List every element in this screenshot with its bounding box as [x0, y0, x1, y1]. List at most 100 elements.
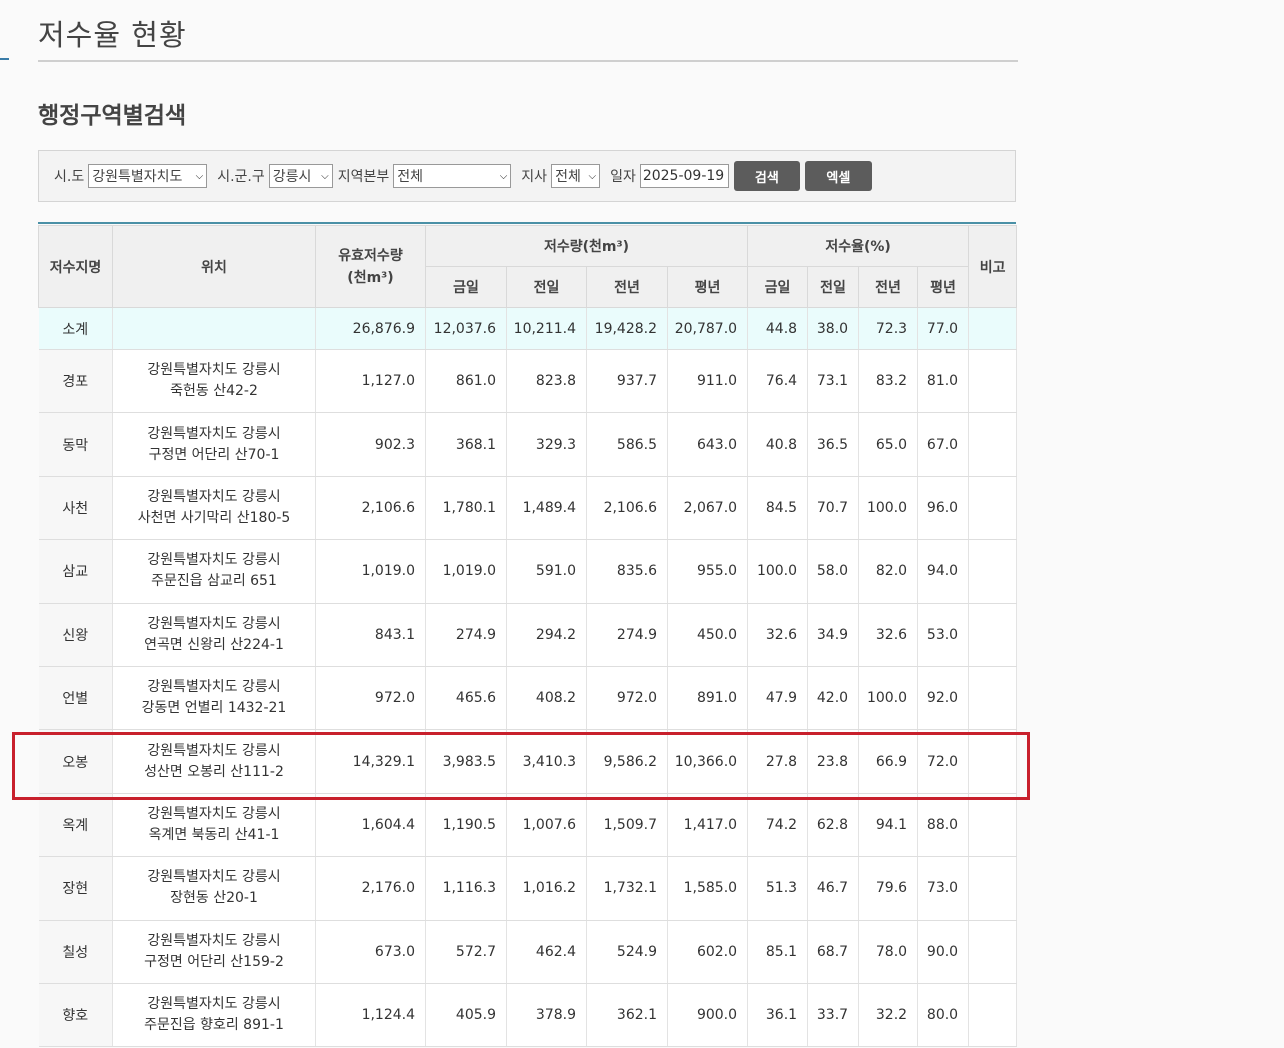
- summary-name: 소계: [38, 307, 113, 350]
- capacity-cell: 2,176.0: [315, 856, 426, 921]
- rate-prev-day-cell: 23.8: [807, 729, 860, 794]
- reservoir-name: 경포: [38, 349, 113, 414]
- date-input[interactable]: [639, 164, 729, 188]
- table-row: 경포 강원특별자치도 강릉시 죽헌동 산42-2 1,127.0 861.0 823.8 9…: [38, 349, 1018, 414]
- branch-select[interactable]: 전체 ⌵: [551, 164, 601, 188]
- header-rate-today: 금일: [747, 266, 809, 308]
- region-label: 지역본부: [337, 169, 390, 185]
- location-line2: 구정면 어단리 산159-2: [144, 953, 284, 970]
- branch-label: 지사: [521, 169, 548, 185]
- summary-storage-prev-day: 10,211.4: [506, 307, 587, 350]
- table-row: 동막 강원특별자치도 강릉시 구정면 어단리 산70-1 902.3 368.1 329.…: [38, 412, 1018, 477]
- location-line2: 죽헌동 산42-2: [170, 383, 258, 400]
- summary-storage-prev-year: 19,428.2: [586, 307, 668, 350]
- reservoir-location: 강원특별자치도 강릉시사천면 사기막리 산180-5: [112, 476, 316, 541]
- summary-capacity: 26,876.9: [315, 307, 426, 350]
- rate-normal-year-cell: 80.0: [917, 983, 970, 1048]
- capacity-cell: 843.1: [315, 603, 426, 667]
- storage-today-cell: 1,780.1: [425, 476, 507, 541]
- capacity-cell: 1,604.4: [315, 793, 426, 858]
- reservoir-name: 신왕: [38, 603, 113, 667]
- sigungu-select[interactable]: 강릉시 ⌵: [268, 164, 333, 188]
- left-edge-marker: [0, 58, 9, 60]
- sido-select-value: 강원특별자치도: [92, 169, 183, 185]
- rate-today-cell: 27.8: [747, 729, 809, 794]
- header-storage-today: 금일: [425, 266, 507, 308]
- reservoir-name: 옥계: [38, 793, 113, 858]
- reservoir-location: 강원특별자치도 강릉시 구정면 어단리 산70-1: [112, 412, 316, 477]
- location-line1: 강원특별자치도 강릉시: [147, 362, 281, 379]
- storage-normal-year-cell: 900.0: [667, 983, 749, 1048]
- capacity-cell: 902.3: [315, 412, 426, 477]
- storage-prev-year-cell: 274.9: [586, 603, 668, 667]
- location-line2: 강동면 언별리 1432-21: [141, 700, 287, 717]
- remarks-cell: [968, 729, 1018, 794]
- header-storage-prev-day: 전일: [506, 266, 587, 308]
- region-select-value: 전체: [397, 169, 424, 185]
- summary-row: 소계 26,876.9 12,037.6 10,211.4 19,428.2 2…: [38, 307, 1018, 350]
- table-row: 오봉 강원특별자치도 강릉시 성산면 오봉리 산111-2 14,329.1 3,983…: [38, 729, 1018, 794]
- reservoir-table: 저수지명 위치 유효저수량 (천m³) 저수량(천m³) 저수율(%) 비고 금…: [38, 225, 1018, 1048]
- storage-prev-day-cell: 823.8: [506, 349, 587, 414]
- header-name: 저수지명: [38, 225, 113, 308]
- table-row: 언별 강원특별자치도 강릉시 강동면 언별리 1432-21 972.0 465.6 40…: [38, 666, 1018, 731]
- storage-today-cell: 861.0: [425, 349, 507, 414]
- sido-select[interactable]: 강원특별자치도 ⌵: [88, 164, 208, 188]
- capacity-cell: 14,329.1: [315, 729, 426, 794]
- storage-prev-day-cell: 1,016.2: [506, 856, 587, 921]
- summary-rate-prev-day: 38.0: [807, 307, 860, 350]
- summary-rate-normal-year: 77.0: [917, 307, 970, 350]
- storage-prev-day-cell: 462.4: [506, 920, 587, 984]
- storage-normal-year-cell: 643.0: [667, 412, 749, 477]
- chevron-down-icon: ⌵: [588, 170, 597, 182]
- location-line2: 사천면 사기막리 산180-5: [137, 509, 291, 526]
- rate-today-cell: 100.0: [747, 539, 809, 604]
- header-storage-normal-year: 평년: [666, 266, 749, 308]
- reservoir-location: 강원특별자치도 강릉시 연곡면 신왕리 산224-1: [112, 603, 316, 667]
- reservoir-location: 강원특별자치도 강릉시 강동면 언별리 1432-21: [112, 666, 316, 731]
- branch-select-value: 전체: [555, 169, 581, 185]
- storage-today-cell: 274.9: [425, 603, 507, 667]
- location-line1: 강원특별자치도 강릉시: [147, 615, 281, 632]
- remarks-cell: [968, 412, 1018, 477]
- table-row: 옥계 강원특별자치도 강릉시 옥계면 북동리 산41-1 1,604.4 1,190.5…: [38, 793, 1018, 858]
- table-row: 향호 강원특별자치도 강릉시 주문진읍 향호리 891-1 1,124.4 405.9 3…: [38, 983, 1018, 1048]
- remarks-cell: [968, 349, 1018, 414]
- reservoir-name: 칠성: [38, 920, 113, 984]
- remarks-cell: [968, 983, 1018, 1048]
- search-button[interactable]: 검색: [733, 161, 800, 191]
- rate-normal-year-cell: 96.0: [917, 476, 970, 541]
- location-line1: 강원특별자치도 강릉시: [147, 742, 281, 759]
- excel-button[interactable]: 엑셀: [804, 161, 872, 191]
- rate-prev-year-cell: 82.0: [858, 539, 919, 604]
- region-select[interactable]: 전체 ⌵: [393, 164, 512, 188]
- storage-today-cell: 405.9: [425, 983, 507, 1048]
- capacity-cell: 1,019.0: [315, 539, 426, 604]
- rate-normal-year-cell: 92.0: [917, 666, 970, 731]
- storage-today-cell: 3,983.5: [425, 729, 507, 794]
- chevron-down-icon: ⌵: [195, 170, 204, 182]
- rate-today-cell: 51.3: [747, 856, 809, 921]
- header-capacity-line1: 유효저수량: [338, 247, 403, 264]
- storage-prev-day-cell: 1,007.6: [506, 793, 587, 858]
- location-line1: 강원특별자치도 강릉시: [147, 488, 281, 505]
- location-line1: 강원특별자치도 강릉시: [147, 932, 281, 949]
- storage-normal-year-cell: 450.0: [667, 603, 749, 667]
- storage-normal-year-cell: 1,417.0: [667, 793, 749, 858]
- rate-today-cell: 32.6: [747, 603, 809, 667]
- location-line1: 강원특별자치도 강릉시: [147, 552, 281, 569]
- storage-normal-year-cell: 2,067.0: [667, 476, 749, 541]
- date-label: 일자: [610, 169, 636, 185]
- reservoir-name: 향호: [38, 983, 113, 1048]
- storage-normal-year-cell: 10,366.0: [667, 729, 749, 794]
- summary-storage-today: 12,037.6: [425, 307, 507, 350]
- storage-normal-year-cell: 1,585.0: [667, 856, 749, 921]
- rate-prev-day-cell: 70.7: [807, 476, 860, 541]
- header-remarks: 비고: [968, 225, 1018, 308]
- reservoir-location: 강원특별자치도 강릉시 옥계면 북동리 산41-1: [112, 793, 316, 858]
- rate-prev-day-cell: 42.0: [807, 666, 860, 731]
- storage-prev-year-cell: 937.7: [586, 349, 668, 414]
- location-line1: 강원특별자치도 강릉시: [147, 996, 281, 1013]
- storage-prev-day-cell: 591.0: [506, 539, 587, 604]
- reservoir-name: 언별: [38, 666, 113, 731]
